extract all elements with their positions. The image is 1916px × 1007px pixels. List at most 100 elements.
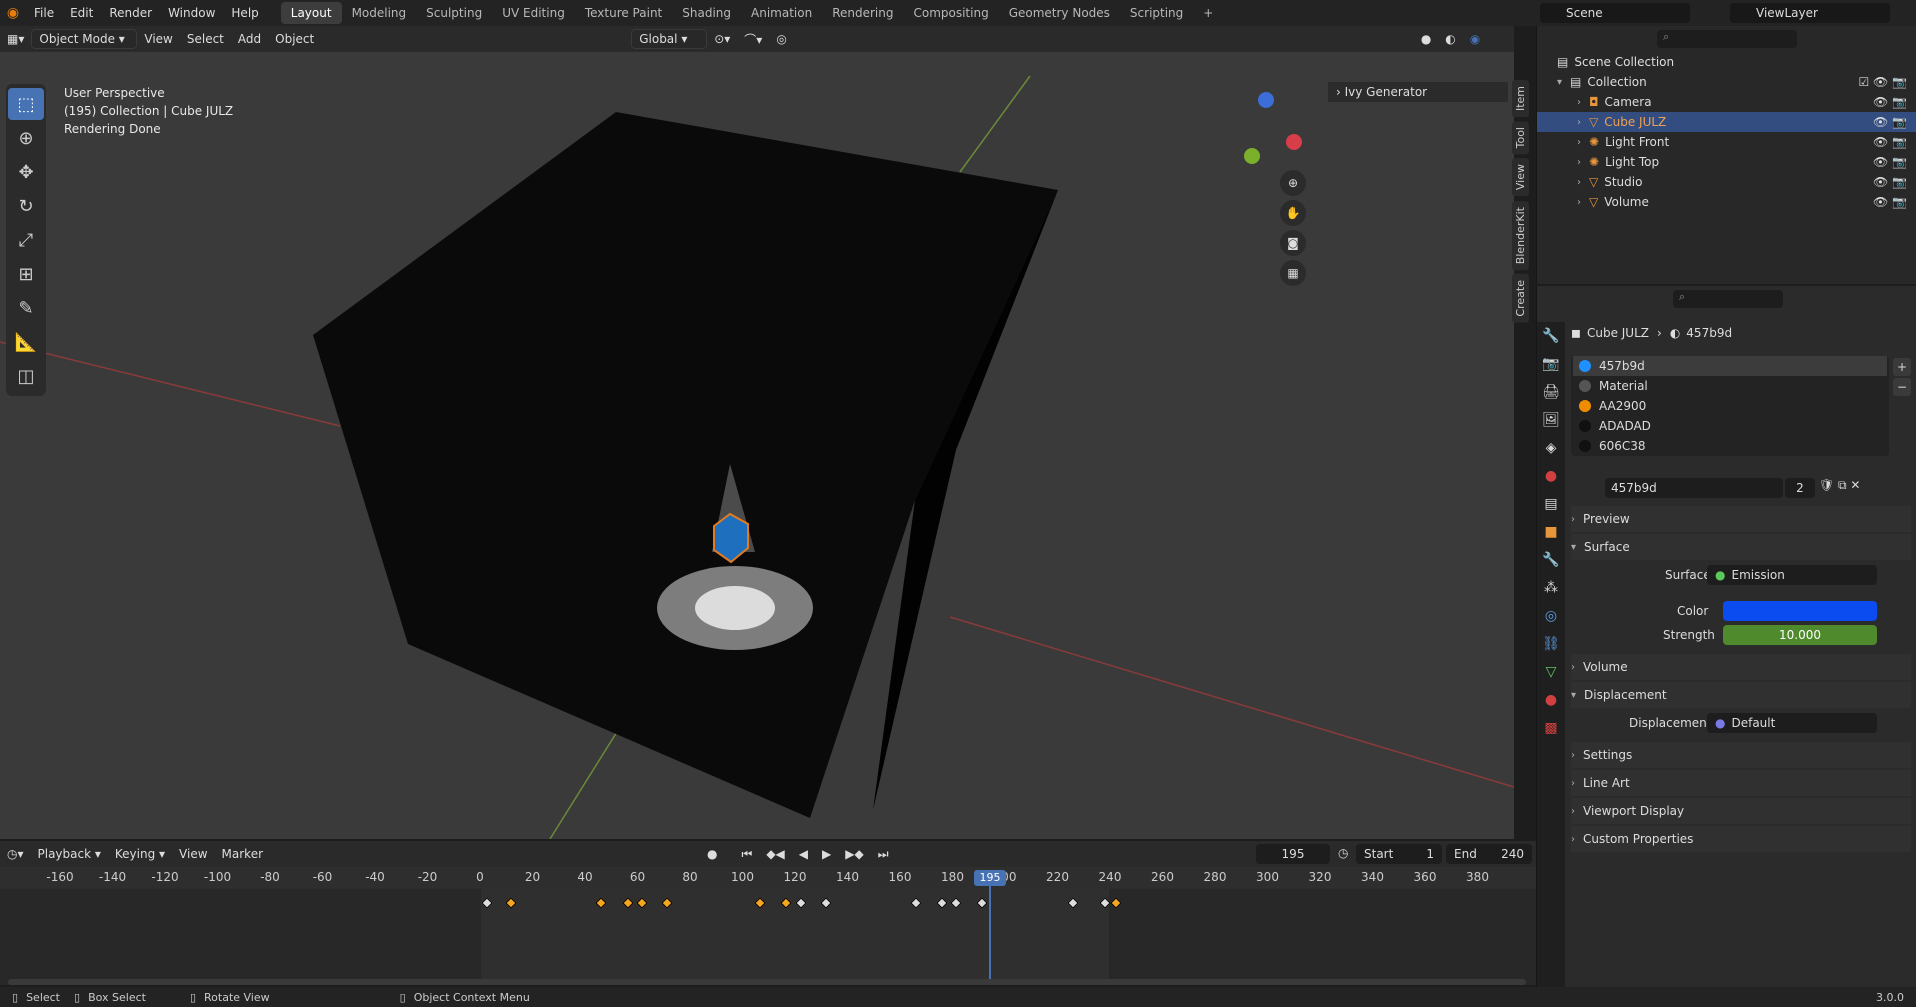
checkbox-icon[interactable]: ☑ 👁 📷 [1858,75,1907,89]
tab-scripting[interactable]: Scripting [1120,2,1193,24]
timeline-editor-icon[interactable]: ◷▾ [0,844,31,864]
prev-keyframe-icon[interactable]: ◆◀ [759,844,791,864]
output-tab-icon[interactable]: 🖨 [1537,378,1565,406]
viewlayer-selector[interactable]: ViewLayer [1730,3,1890,23]
move-tool-icon[interactable]: ✥ [8,156,44,188]
jump-start-icon[interactable]: ⏮ [735,844,760,864]
menu-edit[interactable]: Edit [62,6,101,20]
transform-tool-icon[interactable]: ⊞ [8,258,44,290]
surface-shader-dropdown[interactable]: ● Emission [1707,565,1877,585]
tab-uv-editing[interactable]: UV Editing [492,2,575,24]
visibility-icon[interactable]: 👁 📷 [1873,95,1907,109]
viewport-shading-solid-icon[interactable]: ● [1414,29,1438,49]
visibility-icon[interactable]: 👁 📷 [1873,195,1907,209]
tab-modeling[interactable]: Modeling [342,2,417,24]
displacement-dropdown[interactable]: ● Default [1707,713,1877,733]
scene-tab-icon[interactable]: ◈ [1537,434,1565,462]
axis-z-icon[interactable] [1258,92,1274,108]
play-reverse-icon[interactable]: ◀ [792,844,815,864]
add-workspace-icon[interactable]: + [1193,2,1223,24]
cursor-tool-icon[interactable]: ⊕ [8,122,44,154]
tab-tool[interactable]: Tool [1512,121,1529,155]
tab-rendering[interactable]: Rendering [822,2,903,24]
rotate-tool-icon[interactable]: ↻ [8,190,44,222]
tab-shading[interactable]: Shading [672,2,741,24]
menu-add[interactable]: Add [231,29,268,49]
jump-end-icon[interactable]: ⏭ [871,844,896,864]
texture-tab-icon[interactable]: ▩ [1537,714,1565,742]
section-line-art[interactable]: › Line Art [1571,770,1911,796]
tab-item[interactable]: Item [1512,80,1529,118]
particles-tab-icon[interactable]: ⁂ [1537,574,1565,602]
visibility-icon[interactable]: 👁 📷 [1873,175,1907,189]
blender-logo-icon[interactable]: ◉ [0,5,26,21]
constraints-tab-icon[interactable]: ⛓ [1537,630,1565,658]
tab-sculpting[interactable]: Sculpting [416,2,492,24]
playhead-badge[interactable]: 195 [974,870,1006,886]
section-viewport-display[interactable]: › Viewport Display [1571,798,1911,824]
section-custom-properties[interactable]: › Custom Properties [1571,826,1911,852]
material-slot[interactable]: AA2900 [1573,396,1887,416]
navigation-gizmo[interactable] [1224,92,1304,172]
record-icon[interactable]: ● [700,844,724,864]
mode-dropdown[interactable]: Object Mode ▾ [31,29,138,49]
pivot-icon[interactable]: ⊙▾ [707,29,737,49]
tab-layout[interactable]: Layout [280,2,342,24]
play-icon[interactable]: ▶ [815,844,838,864]
section-surface[interactable]: ▾ Surface [1571,534,1911,560]
section-preview[interactable]: › Preview [1571,506,1911,532]
tab-texture-paint[interactable]: Texture Paint [575,2,672,24]
menu-window[interactable]: Window [160,6,223,20]
menu-render[interactable]: Render [101,6,160,20]
timeline-scrollbar[interactable] [8,979,1526,985]
outliner-search-input[interactable]: ⌕ [1657,30,1797,48]
render-tab-icon[interactable]: 📷 [1537,350,1565,378]
frame-ruler[interactable]: -160 -140 -120 -100 -80 -60 -40 -20 0 20 40 60 80 100… [0,867,1536,889]
data-tab-icon[interactable]: ▽ [1537,658,1565,686]
strength-field[interactable]: 10.000 [1723,625,1877,645]
tab-compositing[interactable]: Compositing [903,2,998,24]
material-slot[interactable]: 606C38 [1573,436,1887,456]
menu-keying[interactable]: Keying ▾ [108,844,172,864]
snap-icon[interactable]: ⌒▾ [737,29,769,49]
outliner-item-light-top[interactable]: › ✺ Light Top 👁 📷 [1537,152,1916,172]
visibility-icon[interactable]: 👁 📷 [1873,135,1907,149]
visibility-icon[interactable]: 👁 📷 [1873,115,1907,129]
outliner-item-light-front[interactable]: › ✺ Light Front 👁 📷 [1537,132,1916,152]
start-frame-field[interactable]: Start 1 [1356,844,1442,864]
ivy-generator-panel[interactable]: › Ivy Generator [1328,82,1508,102]
menu-marker[interactable]: Marker [215,844,270,864]
material-tab-icon[interactable]: ● [1537,686,1565,714]
tab-create[interactable]: Create [1512,273,1529,323]
material-name-field[interactable]: 457b9d [1605,478,1783,498]
current-frame-field[interactable]: 195 [1256,844,1330,864]
menu-playback[interactable]: Playback ▾ [31,844,108,864]
zoom-icon[interactable]: ⊕ [1280,170,1306,196]
annotate-tool-icon[interactable]: ✎ [8,292,44,324]
next-keyframe-icon[interactable]: ▶◆ [838,844,870,864]
grid-view-icon[interactable]: ▦ [1280,260,1306,286]
proportional-edit-icon[interactable]: ◎ [769,29,793,49]
camera-view-icon[interactable]: ◙ [1280,230,1306,256]
material-slot[interactable]: Material [1573,376,1887,396]
measure-tool-icon[interactable]: 📐 [8,326,44,358]
outliner-item-studio[interactable]: › ▽ Studio 👁 📷 [1537,172,1916,192]
properties-search-input[interactable]: ⌕ [1673,290,1783,308]
menu-select[interactable]: Select [180,29,231,49]
world-tab-icon[interactable]: ● [1537,462,1565,490]
tool-tab-icon[interactable]: 🔧 [1537,322,1565,350]
select-tool-icon[interactable]: ⬚ [8,88,44,120]
editor-type-icon[interactable]: ▦▾ [0,29,31,49]
object-tab-icon[interactable]: ■ [1537,518,1565,546]
viewport-shading-material-icon[interactable]: ◐ [1438,29,1462,49]
outliner-item-camera[interactable]: › ◘ Camera 👁 📷 [1537,92,1916,112]
section-displacement[interactable]: ▾ Displacement [1571,682,1911,708]
keyframe-diamond[interactable] [1110,897,1122,909]
pan-hand-icon[interactable]: ✋ [1280,200,1306,226]
view-layer-tab-icon[interactable]: 🖼 [1537,406,1565,434]
menu-view[interactable]: View [137,29,179,49]
emission-color-field[interactable] [1723,601,1877,621]
material-users-count[interactable]: 2 [1785,478,1815,498]
outliner-item-cube-julz[interactable]: › ▽ Cube JULZ 👁 📷 [1537,112,1916,132]
modifier-tab-icon[interactable]: 🔧 [1537,546,1565,574]
